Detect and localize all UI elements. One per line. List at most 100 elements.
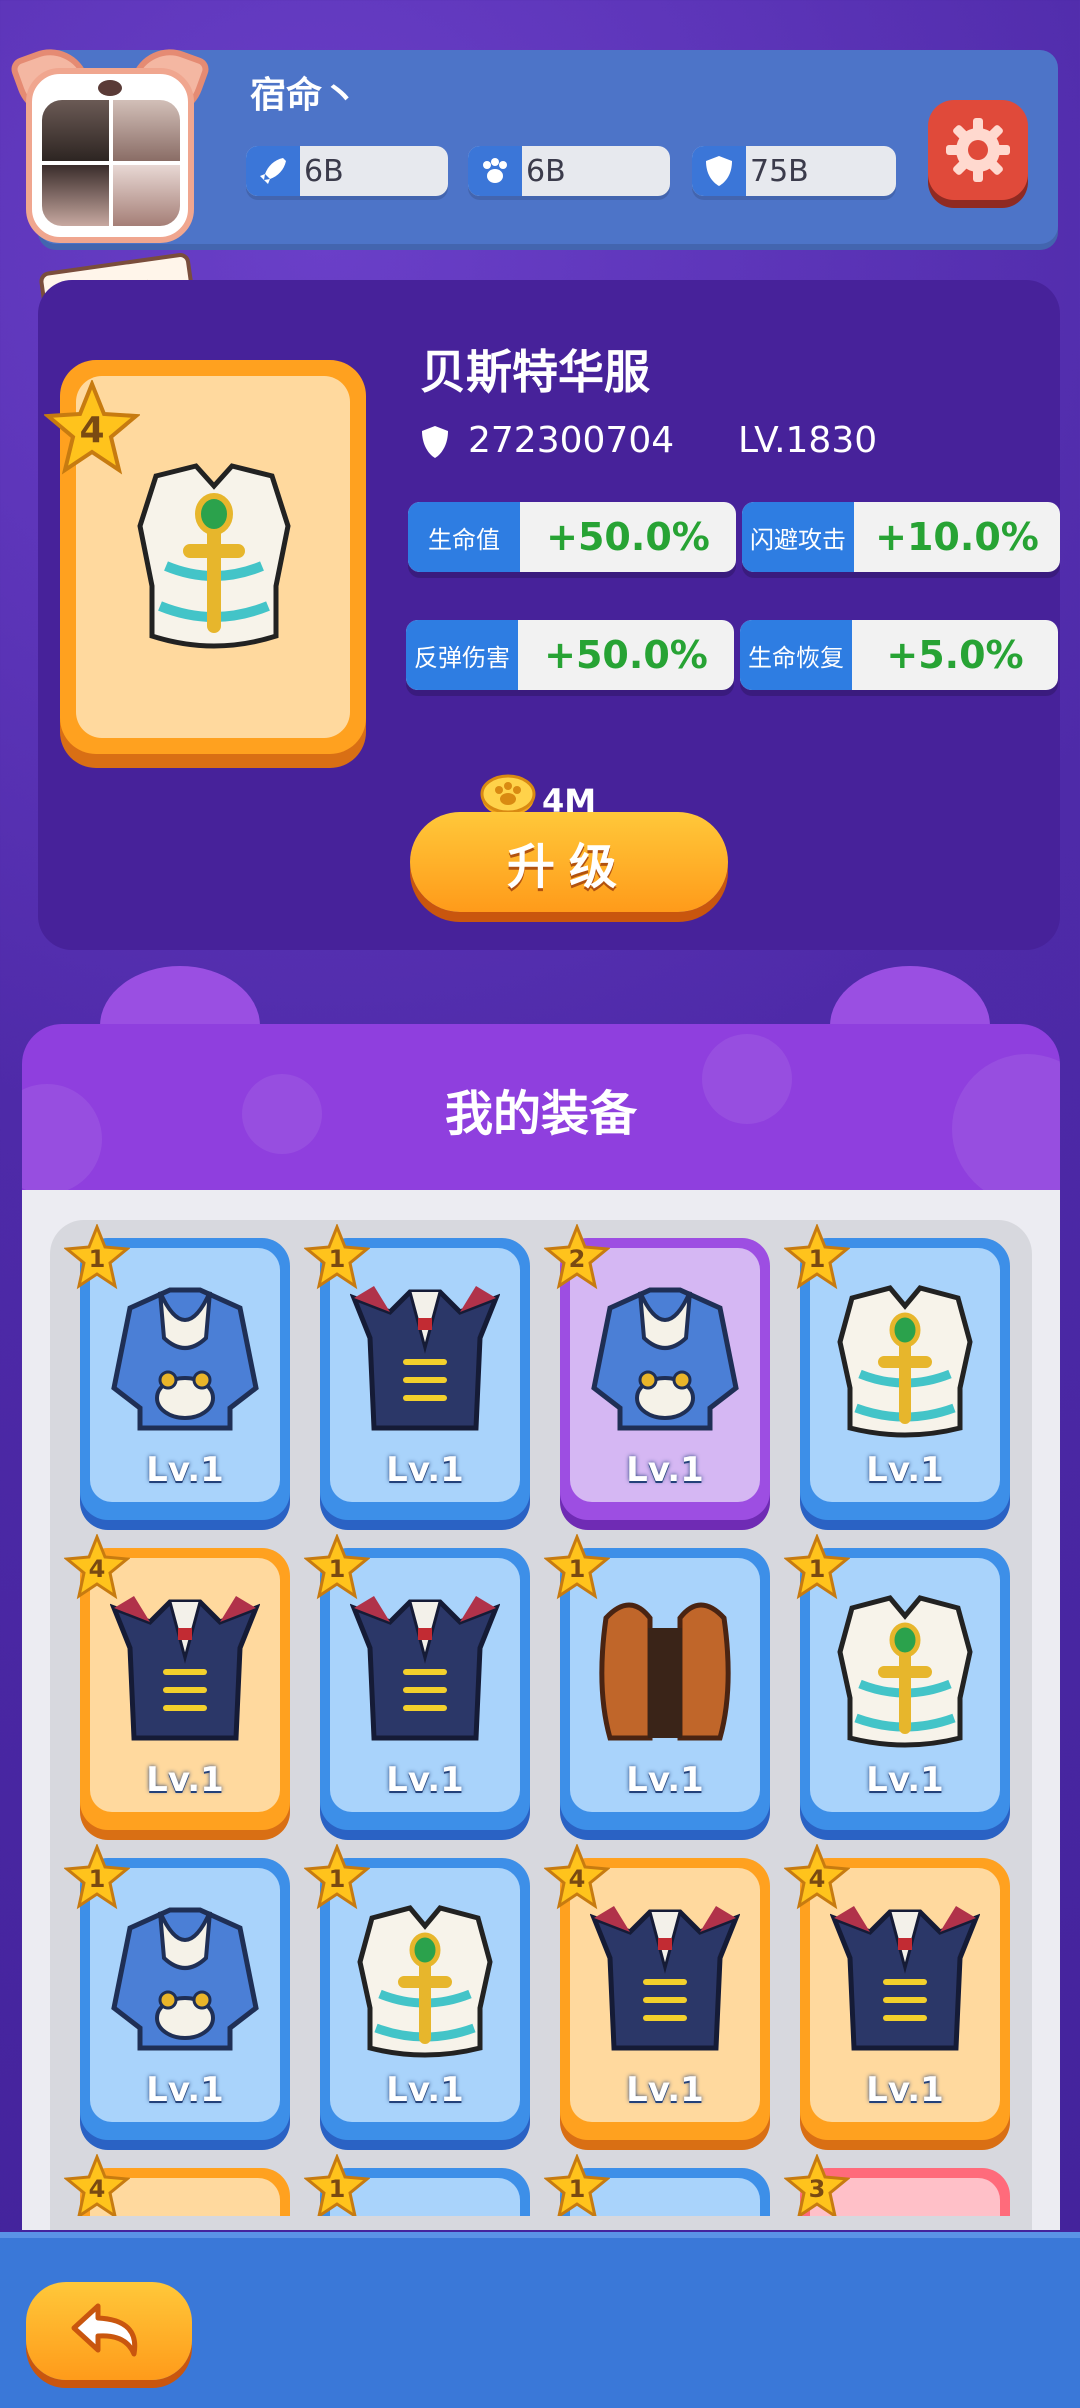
star-badge: 1 [304, 1844, 370, 1910]
equipment-item-level: Lv.1 [626, 2070, 704, 2110]
star-count: 1 [329, 1865, 346, 1893]
back-button[interactable] [26, 2282, 192, 2380]
attribute-label: 反弹伤害 [406, 620, 518, 690]
paw-icon [468, 146, 522, 196]
equipment-item-card[interactable]: Lv.1 2 [544, 1224, 770, 1520]
attribute-reflect: 反弹伤害 +50.0% [406, 620, 734, 690]
attribute-label: 生命恢复 [740, 620, 852, 690]
star-badge: 1 [304, 1224, 370, 1290]
star-count: 4 [89, 1555, 106, 1583]
star-badge: 4 [64, 2154, 130, 2216]
ankh-robe-icon [357, 1905, 493, 2058]
paw-stat: 6B [468, 146, 670, 196]
star-count: 1 [809, 1555, 826, 1583]
star-badge: 1 [544, 2154, 610, 2216]
equipment-item-card[interactable]: Lv.1 1 [544, 1534, 770, 1830]
attribute-label: 生命值 [408, 502, 520, 572]
equipment-item-card[interactable]: Lv.1 4 [544, 1844, 770, 2140]
equipment-item-level: Lv.1 [146, 1450, 224, 1490]
equipment-item-card[interactable]: Lv.1 1 [784, 1224, 1010, 1520]
star-count: 1 [329, 2175, 346, 2203]
settings-button[interactable] [928, 100, 1028, 200]
star-badge: 3 [784, 2154, 850, 2216]
bat-jacket-icon [590, 1906, 740, 2051]
star-badge: 1 [304, 1534, 370, 1600]
star-badge: 4 [784, 1844, 850, 1910]
cat-nose-icon [98, 80, 122, 96]
star-count: 4 [809, 1865, 826, 1893]
star-badge: 4 [544, 1844, 610, 1910]
back-arrow-icon [71, 2303, 138, 2357]
attribute-value: +50.0% [544, 633, 708, 677]
equipment-item-level: Lv.1 [866, 2070, 944, 2110]
item-star-badge: 4 [44, 380, 140, 475]
equipment-item-card[interactable]: Lv.1 1 [64, 1224, 290, 1520]
star-badge: 1 [544, 1534, 610, 1600]
gear-icon [946, 118, 1010, 182]
item-level: LV.1830 [738, 420, 878, 461]
star-badge: 1 [784, 1224, 850, 1290]
star-badge: 1 [304, 2154, 370, 2216]
star-badge: 4 [64, 1534, 130, 1600]
shield-icon [692, 146, 746, 196]
star-count: 2 [569, 1245, 586, 1273]
equipment-item-level: Lv.1 [146, 2070, 224, 2110]
sailor-shirt-icon [111, 1287, 259, 1431]
equipment-item-level: Lv.1 [626, 1450, 704, 1490]
star-count: 4 [569, 1865, 586, 1893]
item-star-count: 4 [79, 410, 104, 451]
sailor-shirt-icon [111, 1907, 259, 2051]
item-name: 贝斯特华服 [420, 345, 650, 399]
equipment-item-level: Lv.1 [866, 1760, 944, 1800]
equipment-item-card[interactable]: Lv.1 1 [784, 1534, 1010, 1830]
star-badge: 2 [544, 1224, 610, 1290]
star-count: 1 [329, 1555, 346, 1583]
shield-stat: 75B [692, 146, 896, 196]
star-count: 1 [329, 1245, 346, 1273]
shield-icon [422, 426, 448, 458]
star-badge: 1 [64, 1844, 130, 1910]
equipment-title: 我的装备 [444, 1086, 637, 1142]
bat-jacket-icon [350, 1286, 500, 1431]
star-count: 1 [569, 2175, 586, 2203]
star-count: 1 [89, 1865, 106, 1893]
equipment-item-card[interactable]: Lv.1 4 [784, 1844, 1010, 2140]
bat-jacket-icon [350, 1596, 500, 1741]
player-name: 宿命丶 [250, 75, 359, 116]
star-count: 1 [569, 1555, 586, 1583]
equipment-item-level: Lv.1 [386, 1760, 464, 1800]
star-count: 1 [809, 1245, 826, 1273]
shield-stat-value: 75B [750, 153, 809, 189]
bat-jacket-icon [110, 1596, 260, 1741]
equipment-item-card[interactable]: Lv.1 4 [64, 1534, 290, 1830]
equipment-item-card[interactable]: Lv.1 1 [304, 1534, 530, 1830]
star-badge: 1 [64, 1224, 130, 1290]
equipment-item-card[interactable]: Lv.1 1 [304, 1844, 530, 2140]
star-count: 1 [89, 1245, 106, 1273]
equipment-item-card[interactable]: Lv.1 1 [64, 1844, 290, 2140]
attribute-label: 闪避攻击 [742, 502, 854, 572]
equipment-item-level: Lv.1 [386, 2070, 464, 2110]
player-avatar[interactable] [8, 38, 212, 248]
fur-vest-icon [599, 1602, 731, 1741]
attribute-value: +50.0% [546, 515, 710, 559]
attribute-value: +5.0% [886, 633, 1024, 677]
attribute-hp: 生命值 +50.0% [408, 502, 736, 572]
star-badge: 1 [784, 1534, 850, 1600]
attack-stat-value: 6B [304, 153, 344, 189]
equipment-item-card[interactable]: Lv.1 1 [304, 1224, 530, 1520]
attribute-dodge: 闪避攻击 +10.0% [742, 502, 1060, 572]
equipment-item-level: Lv.1 [146, 1760, 224, 1800]
equipment-item-level: Lv.1 [386, 1450, 464, 1490]
bat-jacket-icon [830, 1906, 980, 2051]
attack-stat: 6B [246, 146, 448, 196]
attribute-value: +10.0% [875, 515, 1039, 559]
upgrade-button[interactable]: 升级 [410, 812, 728, 912]
equipment-item-level: Lv.1 [626, 1760, 704, 1800]
item-power-value: 272300704 [468, 420, 675, 461]
rocket-icon [246, 146, 300, 196]
sailor-shirt-icon [591, 1287, 739, 1431]
paw-stat-value: 6B [526, 153, 566, 189]
equipment-item-level: Lv.1 [866, 1450, 944, 1490]
star-count: 4 [89, 2175, 106, 2203]
